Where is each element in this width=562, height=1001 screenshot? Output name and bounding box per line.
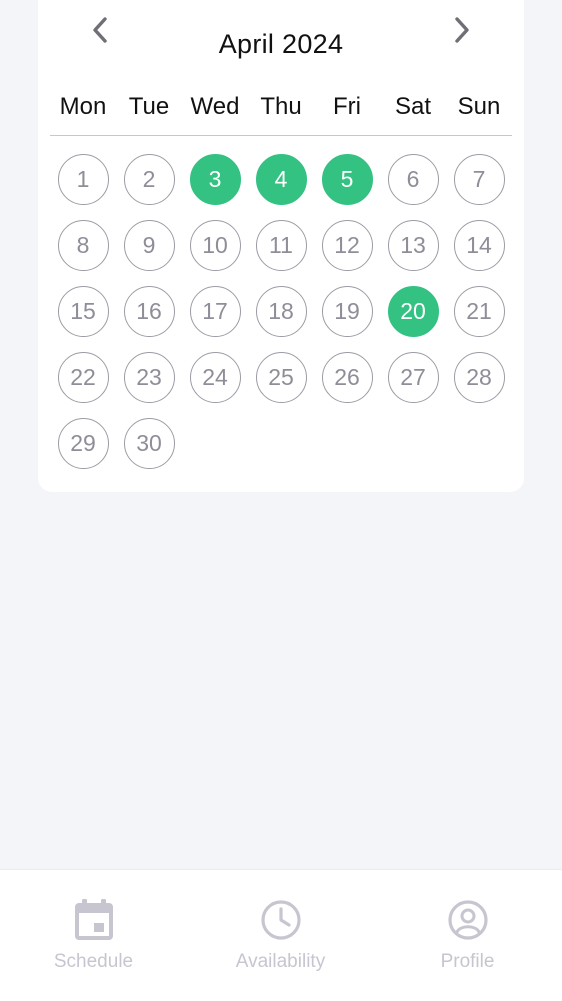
calendar-icon [74, 899, 113, 940]
day-9[interactable]: 9 [123, 220, 175, 271]
day-12[interactable]: 12 [321, 220, 373, 271]
day-21[interactable]: 21 [453, 286, 505, 337]
weekday-label: Mon [59, 93, 107, 120]
day-5[interactable]: 5 [321, 154, 373, 205]
day-24[interactable]: 24 [189, 352, 241, 403]
weekday-label: Fri [333, 93, 361, 120]
day-8[interactable]: 8 [57, 220, 109, 271]
weekday-divider [50, 135, 512, 136]
day-22[interactable]: 22 [57, 352, 109, 403]
day-13[interactable]: 13 [387, 220, 439, 271]
tab-label: Schedule [53, 951, 134, 972]
day-15[interactable]: 15 [57, 286, 109, 337]
day-27[interactable]: 27 [387, 352, 439, 403]
weekday-label: Tue [128, 93, 170, 120]
day-3[interactable]: 3 [189, 154, 241, 205]
day-4[interactable]: 4 [255, 154, 307, 205]
day-10[interactable]: 10 [189, 220, 241, 271]
day-18[interactable]: 18 [255, 286, 307, 337]
weekday-header-row: Mon Tue Wed Thu Fri Sat Sun [50, 93, 512, 123]
weekday-label: Thu [260, 93, 302, 120]
day-grid: 1 2 3 4 5 6 7 8 9 10 11 12 13 14 15 16 17 18 19 20 21 22 23 24 2… [50, 154, 512, 484]
day-16[interactable]: 16 [123, 286, 175, 337]
day-14[interactable]: 14 [453, 220, 505, 271]
next-month-button[interactable] [442, 10, 482, 50]
day-17[interactable]: 17 [189, 286, 241, 337]
chevron-right-icon [455, 17, 469, 43]
day-6[interactable]: 6 [387, 154, 439, 205]
user-circle-icon [447, 900, 488, 940]
tab-availability[interactable]: Availability [187, 870, 374, 1001]
day-20[interactable]: 20 [387, 286, 439, 337]
clock-icon [260, 900, 301, 940]
day-30[interactable]: 30 [123, 418, 175, 469]
day-19[interactable]: 19 [321, 286, 373, 337]
day-29[interactable]: 29 [57, 418, 109, 469]
day-23[interactable]: 23 [123, 352, 175, 403]
weekday-label: Sun [457, 93, 501, 120]
day-25[interactable]: 25 [255, 352, 307, 403]
day-7[interactable]: 7 [453, 154, 505, 205]
day-11[interactable]: 11 [255, 220, 307, 271]
tab-label: Availability [235, 951, 326, 972]
bottom-tab-bar: Schedule Availability Profile [0, 869, 562, 1001]
day-28[interactable]: 28 [453, 352, 505, 403]
weekday-label: Wed [190, 93, 240, 120]
day-1[interactable]: 1 [57, 154, 109, 205]
tab-label: Profile [440, 951, 495, 972]
calendar-card: April 2024 Mon Tue Wed Thu Fri Sat Sun 1… [38, 0, 524, 492]
weekday-label: Sat [394, 93, 432, 120]
day-26[interactable]: 26 [321, 352, 373, 403]
tab-schedule[interactable]: Schedule [0, 870, 187, 1001]
day-2[interactable]: 2 [123, 154, 175, 205]
tab-profile[interactable]: Profile [374, 870, 561, 1001]
